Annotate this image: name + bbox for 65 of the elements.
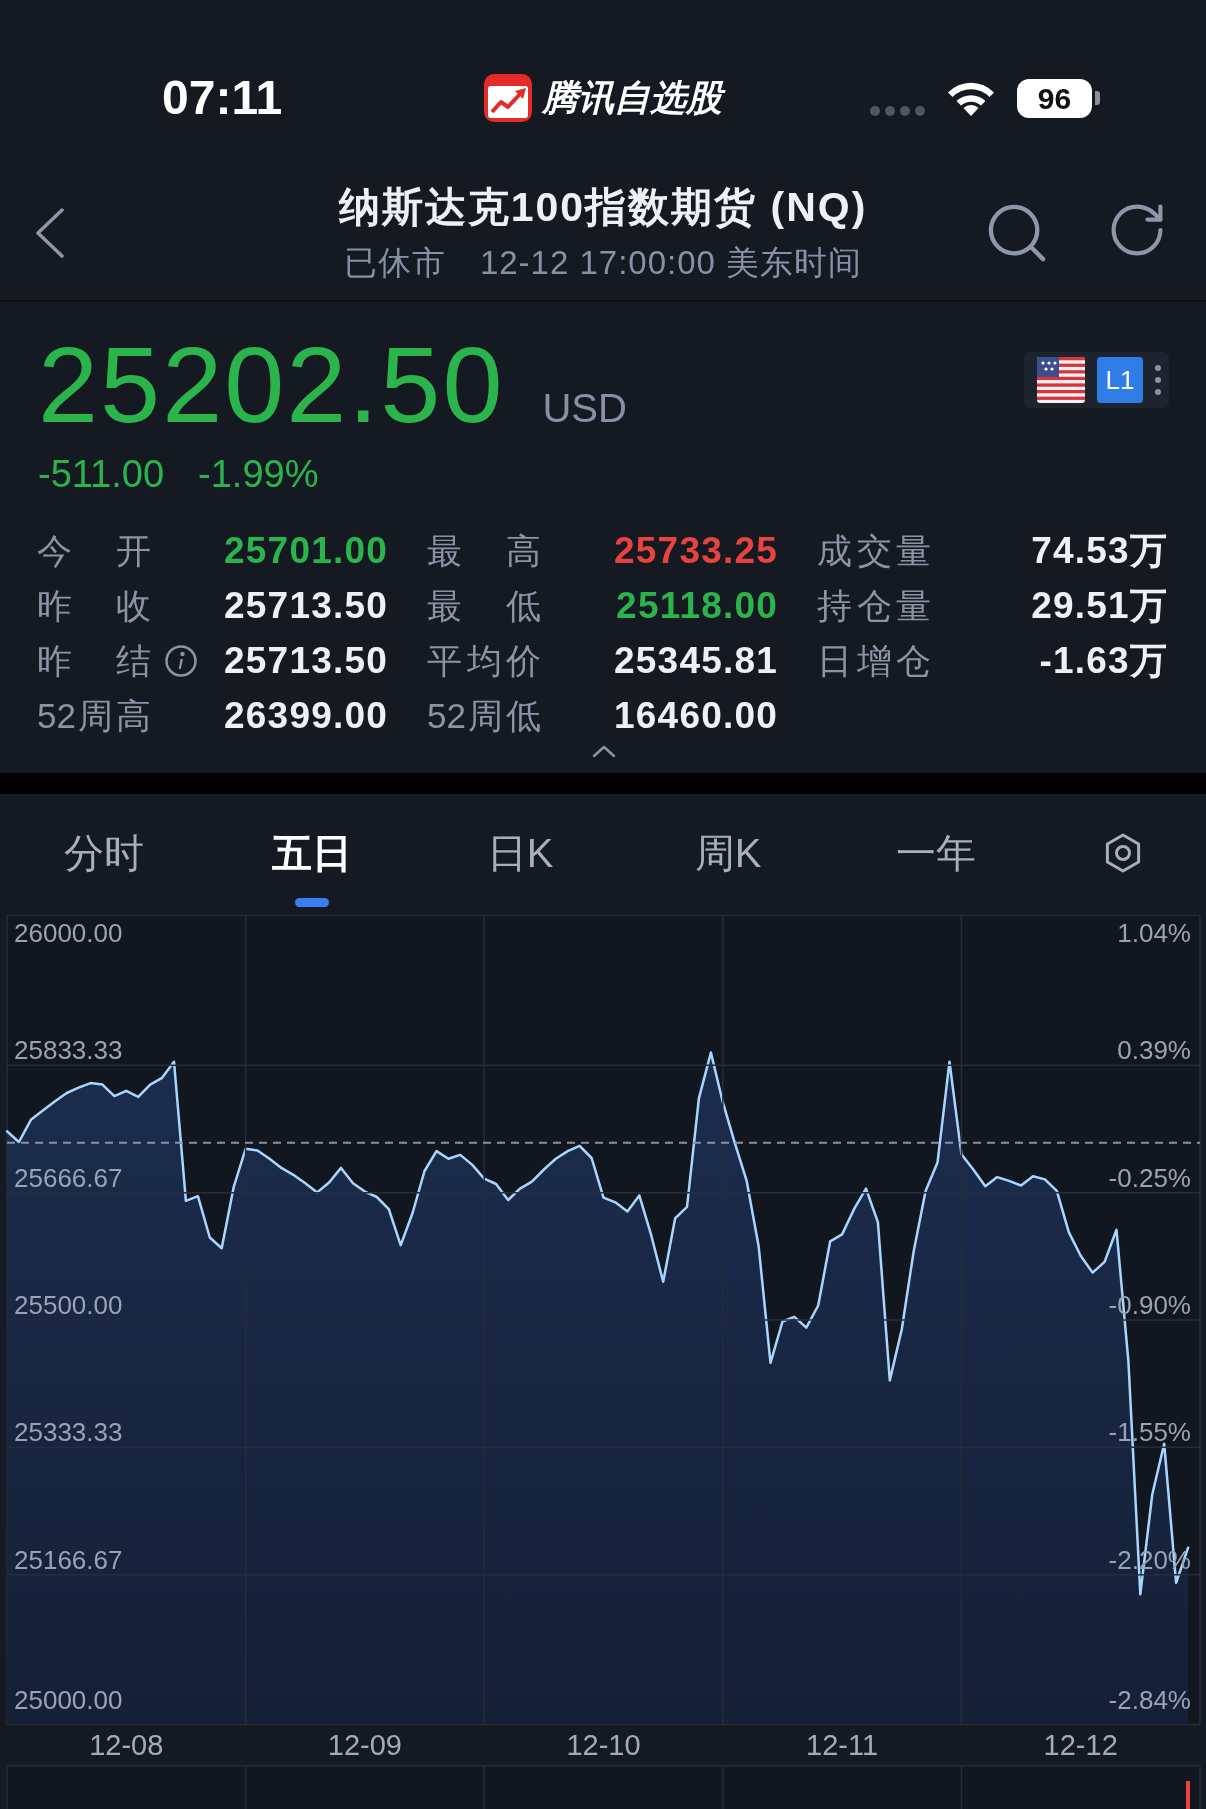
stat-value: 25701.00 xyxy=(224,529,388,572)
stat-value: 16460.00 xyxy=(614,694,778,737)
stat-label: 52周低 xyxy=(427,695,541,736)
stat-label: 昨 结 xyxy=(37,640,151,681)
stat-label: 平均价 xyxy=(427,640,541,681)
stat-value: 25713.50 xyxy=(224,639,388,682)
date-axis-label: 12-10 xyxy=(566,1729,641,1761)
percent-change: -1.99% xyxy=(198,455,319,493)
y-axis-label: 25500.00 xyxy=(14,1290,123,1320)
chevron-up-icon[interactable] xyxy=(591,745,616,758)
percent-axis-label: -0.25% xyxy=(1108,1162,1191,1193)
stat-label: 日增仓 xyxy=(817,640,931,681)
stat-value: 25118.00 xyxy=(616,584,778,627)
volume-bar xyxy=(1186,1781,1190,1809)
level-badge: L1 xyxy=(1097,357,1143,403)
market-status: 已休市 xyxy=(343,243,446,283)
period-tab[interactable]: 分时 xyxy=(64,831,144,875)
stat-value: -1.63万 xyxy=(1039,638,1168,683)
more-icon[interactable] xyxy=(1155,365,1161,395)
back-icon[interactable] xyxy=(35,208,65,258)
stat-value: 25713.50 xyxy=(224,584,388,627)
y-axis-label: 26000.00 xyxy=(14,918,123,948)
stat-value: 25345.81 xyxy=(614,639,778,682)
signal-icon xyxy=(870,106,925,116)
stat-label: 最 低 xyxy=(427,585,541,626)
date-axis-label: 12-08 xyxy=(89,1729,164,1761)
stat-value: 74.53万 xyxy=(1031,528,1168,573)
date-axis-label: 12-11 xyxy=(806,1729,879,1761)
search-icon[interactable] xyxy=(988,204,1046,262)
period-tab[interactable]: 五日 xyxy=(272,831,352,907)
market-badge-panel[interactable]: L1 xyxy=(1024,352,1169,408)
y-axis-label: 25166.67 xyxy=(14,1544,123,1575)
stat-value: 26399.00 xyxy=(224,694,388,737)
y-axis-label: 25666.67 xyxy=(14,1162,123,1193)
app-logo-icon xyxy=(484,74,532,122)
price-change: -511.00 xyxy=(38,455,165,493)
stat-value: 25733.25 xyxy=(614,529,778,572)
period-tab[interactable]: 周K xyxy=(694,831,762,875)
stat-label: 持仓量 xyxy=(817,585,931,626)
info-icon[interactable] xyxy=(165,644,197,677)
stat-label: 昨 收 xyxy=(37,585,151,626)
stat-value: 29.51万 xyxy=(1031,583,1168,628)
us-flag-icon xyxy=(1037,357,1085,403)
percent-axis-label: -2.84% xyxy=(1108,1685,1191,1716)
percent-axis-label: 1.04% xyxy=(1117,918,1191,948)
battery-indicator: 96 xyxy=(1017,78,1100,118)
y-axis-label: 25333.33 xyxy=(14,1417,123,1448)
date-axis-label: 12-12 xyxy=(1043,1729,1118,1761)
stat-label: 最 高 xyxy=(427,530,541,571)
stat-label: 成交量 xyxy=(817,530,931,571)
date-axis-label: 12-09 xyxy=(327,1729,402,1761)
y-axis-label: 25000.00 xyxy=(14,1685,123,1716)
settings-icon[interactable] xyxy=(1103,833,1143,873)
stat-label: 52周高 xyxy=(37,695,151,736)
last-price: 25202.50 xyxy=(38,331,505,439)
status-time: 07:11 xyxy=(162,70,283,126)
currency: USD xyxy=(542,386,627,431)
refresh-icon[interactable] xyxy=(1111,204,1163,256)
timestamp: 12-12 17:00:00 美东时间 xyxy=(479,243,863,283)
page-title: 纳斯达克100指数期货 (NQ) xyxy=(338,183,868,231)
y-axis-label: 25833.33 xyxy=(14,1035,123,1066)
period-tab[interactable]: 一年 xyxy=(896,831,976,875)
stat-label: 今 开 xyxy=(37,530,151,571)
percent-axis-label: 0.39% xyxy=(1117,1035,1191,1066)
period-tab[interactable]: 日K xyxy=(486,831,554,875)
